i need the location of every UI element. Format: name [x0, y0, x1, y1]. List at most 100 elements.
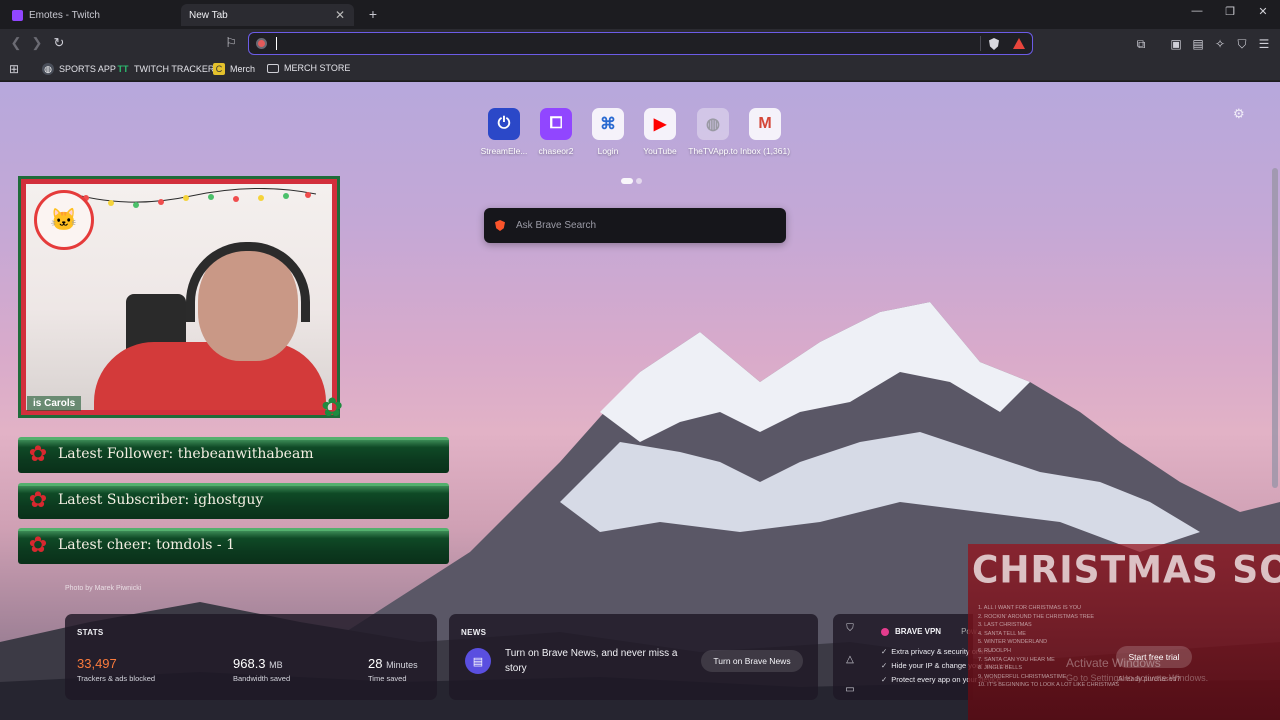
time-unit: Minutes: [386, 660, 418, 670]
address-input[interactable]: [273, 35, 973, 52]
top-site-label: YouTube: [643, 146, 677, 156]
leo-ai-icon[interactable]: ✧: [1212, 37, 1228, 51]
trackers-label: Trackers & ads blocked: [77, 674, 156, 683]
close-tab-icon[interactable]: ✕: [334, 8, 346, 22]
turn-on-brave-news-button[interactable]: Turn on Brave News: [701, 650, 803, 672]
bandwidth-value: 968.3: [233, 656, 266, 671]
song-item: 5. WINTER WONDERLAND: [978, 639, 1048, 646]
new-tab-plus-icon[interactable]: +: [365, 6, 381, 22]
christmas-lights: [66, 188, 316, 208]
wallet-icon[interactable]: ▤: [1190, 37, 1206, 51]
song-item: 4. SANTA TELL ME: [978, 630, 1026, 637]
latest-cheer-banner: ✿ Latest cheer: tomdols - 1: [18, 528, 449, 564]
bow-icon: ✿: [321, 392, 343, 422]
top-site-login[interactable]: ⌘ Login: [579, 108, 637, 156]
trackers-value: 33,497: [77, 656, 117, 671]
streamelements-icon: ⏻: [488, 108, 520, 140]
vpn-shield-icon[interactable]: ⛉: [843, 623, 857, 634]
scrollbar[interactable]: [1272, 168, 1278, 488]
twitch-favicon-icon: [12, 9, 23, 21]
globe-icon: ◍: [697, 108, 729, 140]
news-icon: ▤: [465, 648, 491, 674]
cat-mascot-icon: 🐱: [34, 190, 94, 250]
top-site-label: Inbox (1,361): [739, 146, 791, 156]
song-item: 6. RUDOLPH: [978, 647, 1012, 654]
top-site-inbox[interactable]: M Inbox (1,361): [736, 108, 794, 156]
bookmark-label: TWITCH TRACKER: [134, 64, 215, 74]
navigation-toolbar: ❮ ❯ ↻ ⚐ ⧉ ▣ ▤ ✧ ⛉ ☰: [0, 29, 1280, 59]
gmail-icon: M: [749, 108, 781, 140]
youtube-icon: ▶: [644, 108, 676, 140]
time-label: Time saved: [368, 674, 407, 683]
latest-follower-banner: ✿ Latest Follower: thebeanwithabeam: [18, 437, 449, 473]
photo-credit[interactable]: Photo by Marek Piwnicki: [65, 585, 141, 592]
top-site-youtube[interactable]: ▶ YouTube: [631, 108, 689, 156]
bookmark-merch-store[interactable]: MERCH STORE: [267, 63, 350, 73]
stats-title: STATS: [77, 628, 104, 637]
brave-shield-icon[interactable]: [989, 38, 999, 50]
top-site-chaseor2[interactable]: ⧠ chaseor2: [527, 108, 585, 156]
brave-search-box[interactable]: [484, 208, 786, 243]
latest-cheer-text: Latest cheer: tomdols - 1: [58, 537, 236, 553]
time-stat: 28 Minutes Time saved: [368, 656, 418, 683]
search-input[interactable]: [516, 217, 766, 234]
twitch-icon: ⧠: [540, 108, 572, 140]
separator: [980, 36, 981, 51]
address-bar[interactable]: [248, 32, 1033, 55]
top-site-thetvapp[interactable]: ◍ TheTVApp.to: [684, 108, 742, 156]
bandwidth-unit: MB: [269, 660, 283, 670]
ribbon-bow-icon: ✿: [28, 441, 48, 466]
christmas-songs-heading: CHRISTMAS SONGS: [972, 548, 1280, 593]
back-icon[interactable]: ❮: [7, 35, 25, 51]
start-free-trial-button[interactable]: Start free trial: [1116, 646, 1192, 668]
song-item: 2. ROCKIN' AROUND THE CHRISTMAS TREE: [978, 613, 1095, 620]
customize-settings-icon[interactable]: ⚙: [1233, 106, 1245, 122]
top-site-streamelements[interactable]: ⏻ StreamEle...: [475, 108, 533, 156]
latest-follower-text: Latest Follower: thebeanwithabeam: [58, 446, 314, 462]
login-icon: ⌘: [592, 108, 624, 140]
top-sites-pager[interactable]: [621, 178, 642, 184]
sidebar-icon[interactable]: ▣: [1168, 37, 1184, 51]
already-purchased-link[interactable]: Already purchased?: [1118, 676, 1180, 683]
tab-new-tab[interactable]: New Tab ✕: [181, 4, 354, 26]
folder-icon: [267, 63, 279, 73]
reload-icon[interactable]: ↻: [50, 35, 68, 51]
ribbon-bow-icon: ✿: [28, 532, 48, 557]
bookmarks-bar: ⊞ ◍ SPORTS APP TT TWITCH TRACKER C Merch…: [0, 59, 1280, 81]
stats-widget: STATS 33,497 Trackers & ads blocked 968.…: [65, 614, 437, 700]
forward-icon[interactable]: ❯: [28, 35, 46, 51]
ribbon-bow-icon: ✿: [28, 487, 48, 512]
bookmark-merch[interactable]: C Merch: [213, 63, 255, 75]
screenshot-icon[interactable]: ⧉: [1133, 37, 1149, 52]
apps-grid-icon[interactable]: ⊞: [8, 62, 25, 76]
streamer-body: [94, 342, 326, 410]
news-widget: NEWS ▤ Turn on Brave News, and never mis…: [449, 614, 818, 700]
song-item: 3. LAST CHRISTMAS: [978, 622, 1032, 629]
top-site-label: TheTVApp.to: [688, 146, 738, 156]
tab-emotes-twitch[interactable]: Emotes - Twitch: [4, 4, 179, 26]
webcam-feed: 🐱: [26, 184, 332, 410]
song-item: 1. ALL I WANT FOR CHRISTMAS IS YOU: [978, 605, 1081, 611]
vpn-header: BRAVE VPNPow: [881, 627, 977, 636]
bookmark-sports-app[interactable]: ◍ SPORTS APP: [42, 63, 116, 75]
merch-icon: C: [213, 63, 225, 75]
restore-icon[interactable]: ❐: [1219, 5, 1241, 18]
brave-logo-icon: [495, 220, 505, 231]
rewards-icon[interactable]: △: [843, 654, 857, 665]
site-info-icon[interactable]: [256, 38, 267, 49]
time-value: 28: [368, 656, 383, 671]
bookmark-label: MERCH STORE: [284, 63, 351, 73]
rewards-triangle-icon[interactable]: [1013, 38, 1025, 49]
bookmark-icon[interactable]: ⚐: [222, 35, 240, 51]
vpn-widget: ⛉ △ ▭ BRAVE VPNPow Extra privacy & secur…: [833, 614, 1011, 700]
window-close-icon[interactable]: ✕: [1252, 5, 1274, 18]
tt-logo-icon: TT: [117, 64, 129, 74]
bookmark-twitch-tracker[interactable]: TT TWITCH TRACKER: [117, 63, 215, 75]
top-site-label: Login: [597, 146, 619, 156]
bookmark-label: SPORTS APP: [59, 64, 116, 74]
vpn-title: BRAVE VPN: [895, 627, 942, 636]
minimize-icon[interactable]: —: [1186, 5, 1208, 17]
card-icon[interactable]: ▭: [843, 684, 857, 695]
menu-icon[interactable]: ☰: [1256, 37, 1272, 51]
vpn-icon[interactable]: ⛉: [1234, 37, 1250, 52]
